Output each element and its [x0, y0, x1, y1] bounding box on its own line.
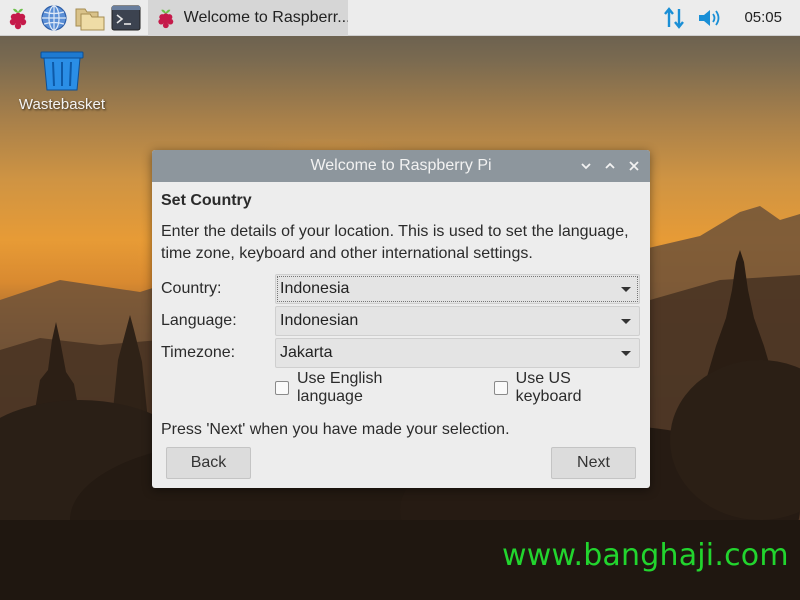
location-fields: Country: Indonesia Language: Indonesian … [161, 273, 641, 369]
taskbar: Welcome to Raspberr... 05:05 [0, 0, 800, 36]
language-value: Indonesian [280, 312, 359, 329]
file-manager-icon [75, 8, 105, 30]
dialog-heading: Set Country [161, 192, 252, 209]
dialog-description: Enter the details of your location. This… [161, 223, 629, 262]
desktop-icon-label: Wastebasket [18, 96, 106, 113]
country-value: Indonesia [280, 280, 350, 297]
use-us-keyboard-checkbox[interactable] [493, 381, 508, 395]
use-english-checkbox[interactable] [275, 381, 289, 395]
raspberry-menu-button[interactable] [0, 0, 36, 36]
taskbar-task-welcome[interactable]: Welcome to Raspberr... [148, 0, 348, 36]
welcome-dialog: Welcome to Raspberry Pi Set Country Ente… [152, 150, 650, 488]
terminal-button[interactable] [108, 0, 144, 36]
network-arrows-icon [664, 6, 685, 29]
window-controls [576, 150, 644, 182]
dropdown-arrow-icon [621, 351, 631, 356]
terminal-icon [111, 5, 141, 30]
taskbar-task-label: Welcome to Raspberr... [183, 8, 348, 26]
language-row: Language: Indonesian [161, 305, 641, 337]
dropdown-arrow-icon [621, 319, 631, 324]
wastebasket-icon [40, 51, 84, 91]
language-label: Language: [161, 312, 237, 329]
back-button[interactable]: Back [166, 447, 251, 479]
dialog-title: Welcome to Raspberry Pi [310, 157, 492, 174]
web-browser-button[interactable] [36, 0, 72, 36]
watermark-text: www.banghaji.com [502, 538, 789, 573]
system-tray: 05:05 [656, 0, 800, 36]
volume-button[interactable] [692, 0, 728, 36]
dialog-hint: Press 'Next' when you have made your sel… [161, 421, 510, 438]
clock[interactable]: 05:05 [728, 9, 800, 26]
options-checkboxes: Use English language Use US keyboard [161, 370, 641, 406]
country-row: Country: Indonesia [161, 273, 641, 305]
use-english-option[interactable]: Use English language [275, 370, 453, 406]
dialog-buttons: Back Next [161, 439, 641, 479]
dialog-titlebar[interactable]: Welcome to Raspberry Pi [152, 150, 650, 182]
language-select[interactable]: Indonesian [275, 306, 640, 336]
timezone-label: Timezone: [161, 344, 236, 361]
timezone-select[interactable]: Jakarta [275, 338, 640, 368]
close-button[interactable] [624, 156, 644, 176]
timezone-row: Timezone: Jakarta [161, 337, 641, 369]
next-button[interactable]: Next [551, 447, 636, 479]
network-button[interactable] [656, 0, 692, 36]
timezone-value: Jakarta [280, 344, 333, 361]
raspberry-icon [158, 9, 174, 28]
web-browser-icon [41, 4, 67, 31]
chevron-down-icon [581, 163, 591, 170]
use-us-keyboard-option[interactable]: Use US keyboard [493, 370, 641, 406]
chevron-up-icon [605, 162, 615, 169]
dropdown-arrow-icon [621, 287, 631, 292]
use-english-label: Use English language [297, 370, 383, 405]
maximize-button[interactable] [600, 156, 620, 176]
country-label: Country: [161, 280, 222, 297]
volume-icon [699, 9, 720, 26]
file-manager-button[interactable] [72, 0, 108, 36]
country-select[interactable]: Indonesia [275, 274, 640, 304]
use-us-keyboard-label: Use US keyboard [515, 370, 582, 405]
close-icon [629, 161, 639, 171]
dialog-body: Set Country Enter the details of your lo… [152, 182, 650, 479]
raspberry-menu-icon [9, 8, 27, 29]
minimize-button[interactable] [576, 156, 596, 176]
desktop-icon-wastebasket[interactable]: Wastebasket [14, 50, 110, 113]
